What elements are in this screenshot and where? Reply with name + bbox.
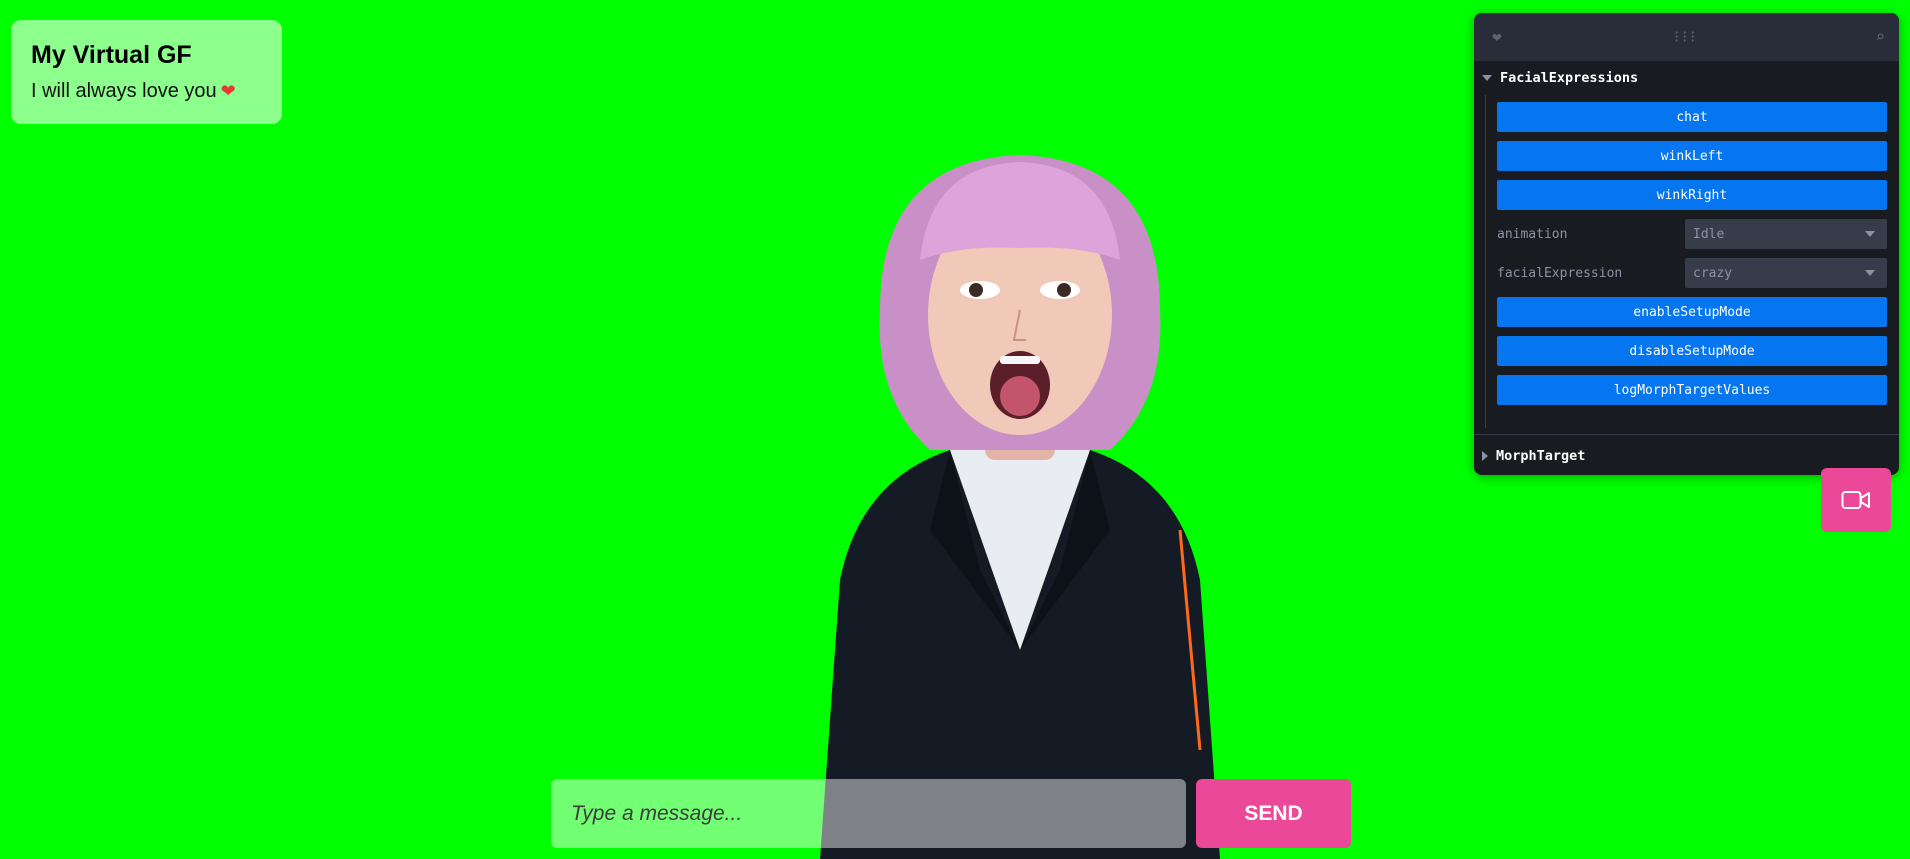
- chevron-down-icon: [1865, 270, 1875, 276]
- drag-handle-icon[interactable]: ⁝⁝⁝: [1674, 27, 1698, 46]
- wink-right-button[interactable]: winkRight: [1497, 180, 1887, 210]
- facial-expression-select[interactable]: crazy: [1685, 258, 1887, 288]
- heart-icon[interactable]: ❤: [1492, 27, 1502, 46]
- subtitle-text: I will always love you: [31, 79, 217, 102]
- chevron-down-icon: [1865, 231, 1875, 237]
- facial-expression-label: facialExpression: [1497, 265, 1623, 281]
- avatar-character: [820, 155, 1220, 859]
- animation-row: animation Idle: [1497, 219, 1887, 249]
- enable-setup-mode-button[interactable]: enableSetupMode: [1497, 297, 1887, 327]
- chevron-right-icon: [1482, 451, 1488, 461]
- panel-title-bar[interactable]: ❤ ⁝⁝⁝ ⌕: [1474, 13, 1899, 61]
- folder-title: MorphTarget: [1496, 448, 1586, 464]
- controls-panel: ❤ ⁝⁝⁝ ⌕ FacialExpressions chat winkLeft …: [1474, 13, 1899, 475]
- heart-icon: ❤: [220, 80, 236, 101]
- facial-expression-row: facialExpression crazy: [1497, 258, 1887, 288]
- folder-facial-expressions-body: chat winkLeft winkRight animation Idle f…: [1485, 95, 1899, 428]
- panel-divider: [1474, 434, 1899, 435]
- log-morph-target-values-button[interactable]: logMorphTargetValues: [1497, 375, 1887, 405]
- animation-value: Idle: [1693, 226, 1725, 242]
- send-button[interactable]: SEND: [1196, 779, 1351, 848]
- folder-facial-expressions[interactable]: FacialExpressions: [1474, 61, 1899, 95]
- camera-button[interactable]: [1821, 468, 1891, 532]
- message-input[interactable]: [551, 779, 1186, 848]
- animation-select[interactable]: Idle: [1685, 219, 1887, 249]
- folder-title: FacialExpressions: [1500, 70, 1639, 86]
- facial-expression-value: crazy: [1693, 265, 1733, 281]
- wink-left-button[interactable]: winkLeft: [1497, 141, 1887, 171]
- disable-setup-mode-button[interactable]: disableSetupMode: [1497, 336, 1887, 366]
- app-title: My Virtual GF: [31, 41, 192, 69]
- search-icon[interactable]: ⌕: [1875, 27, 1885, 46]
- video-camera-icon: [1841, 491, 1870, 509]
- animation-label: animation: [1497, 226, 1568, 242]
- chevron-down-icon: [1482, 75, 1492, 81]
- title-card: My Virtual GF I will always love you ❤: [11, 20, 282, 124]
- chat-button[interactable]: chat: [1497, 102, 1887, 132]
- app-subtitle: I will always love you ❤: [31, 80, 262, 102]
